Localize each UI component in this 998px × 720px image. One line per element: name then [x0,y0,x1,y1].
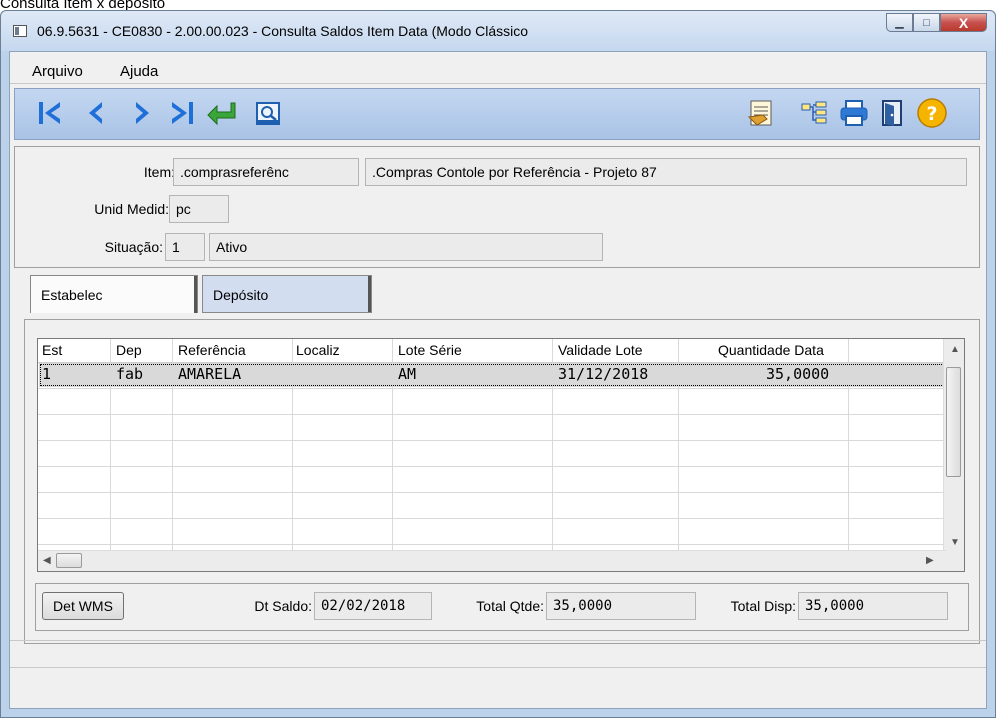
total-disp-label: Total Disp: [730,598,796,614]
item-info-panel: Item: .comprasreferênc .Compras Contole … [14,146,980,268]
grid-line [38,518,946,519]
col-header-dep[interactable]: Dep [116,342,142,358]
cell-dep: fab [116,365,144,383]
application-window: 06.9.5631 - CE0830 - 2.00.00.023 - Consu… [0,10,996,718]
app-icon [13,25,27,37]
total-disp-field[interactable]: 35,0000 [798,592,948,620]
scroll-left-icon[interactable]: ◀ [43,555,51,566]
grid-header: Est Dep Referência Localiz Lote Série Va… [38,339,946,363]
unit-field[interactable]: pc [169,195,229,223]
scroll-right-icon[interactable]: ▶ [926,555,934,566]
cell-validade-lote: 31/12/2018 [558,365,649,383]
horizontal-scroll-thumb[interactable] [56,553,82,568]
grid-line [172,339,173,571]
vertical-scrollbar[interactable]: ▲ ▼ [943,339,964,553]
grid-line [678,339,679,571]
tab-estabelec[interactable]: Estabelec [30,275,198,313]
previous-record-icon[interactable] [79,95,113,131]
grid-line [38,492,946,493]
unit-label: Unid Medid: [94,201,169,217]
hierarchy-icon[interactable] [797,95,831,131]
col-header-localiz[interactable]: Localiz [296,342,340,358]
minimize-button[interactable]: ▁ [886,13,913,32]
goto-icon[interactable] [205,95,239,131]
cell-quantidade-data: 35,0000 [766,365,830,383]
col-header-lote-serie[interactable]: Lote Série [398,342,462,358]
grid-line [110,339,111,571]
scroll-up-icon[interactable]: ▲ [950,344,960,355]
menu-bar: Arquivo Ajuda [10,52,986,84]
cell-est: 1 [42,365,52,383]
svg-text:?: ? [926,103,937,125]
title-bar: 06.9.5631 - CE0830 - 2.00.00.023 - Consu… [1,11,995,51]
det-wms-button[interactable]: Det WMS [42,592,124,620]
col-header-referencia[interactable]: Referência [178,342,246,358]
close-button[interactable]: X [940,13,987,32]
tab-deposito[interactable]: Depósito [202,275,372,313]
grid-line [848,339,849,571]
item-code-field[interactable]: .comprasreferênc [173,158,359,186]
col-header-validade-lote[interactable]: Validade Lote [558,342,643,358]
exit-icon[interactable] [875,95,909,131]
grid-line [38,414,946,415]
print-icon[interactable] [837,95,871,131]
totals-panel: Det WMS Dt Saldo: 02/02/2018 Total Qtde:… [35,583,969,631]
grid-line [38,466,946,467]
last-record-icon[interactable] [165,95,199,131]
grid-line [392,339,393,571]
grid-line [38,544,946,545]
status-code-field[interactable]: 1 [165,233,205,261]
col-header-est[interactable]: Est [42,342,62,358]
scroll-down-icon[interactable]: ▼ [950,537,960,548]
window-controls: ▁ □ X [886,13,987,32]
col-header-quantidade-data[interactable]: Quantidade Data [718,342,824,358]
tab-content: Est Dep Referência Localiz Lote Série Va… [24,319,980,644]
search-icon[interactable] [251,95,285,131]
toolbar: ? [14,88,980,140]
status-bar [10,640,986,708]
cell-lote-serie: AM [398,365,417,383]
client-area: Arquivo Ajuda ? Item: .comprasreferênc .… [9,51,987,709]
dt-saldo-label: Dt Saldo: [254,598,312,614]
total-qtde-field[interactable]: 35,0000 [546,592,696,620]
item-description-field[interactable]: .Compras Contole por Referência - Projet… [365,158,967,186]
report-icon[interactable] [743,95,777,131]
horizontal-scrollbar[interactable]: ◀ ▶ [38,550,946,571]
grid-line [552,339,553,571]
balance-grid[interactable]: Est Dep Referência Localiz Lote Série Va… [37,338,965,572]
help-icon[interactable]: ? [915,95,949,131]
scrollbar-corner [944,551,964,571]
status-label: Situação: [104,239,163,255]
grid-line [292,339,293,571]
item-label: Item: [143,164,175,180]
total-qtde-label: Total Qtde: [476,598,544,614]
window-title: 06.9.5631 - CE0830 - 2.00.00.023 - Consu… [37,23,529,39]
menu-ajuda[interactable]: Ajuda [120,63,158,80]
menu-arquivo[interactable]: Arquivo [32,63,83,80]
dt-saldo-field[interactable]: 02/02/2018 [314,592,432,620]
status-description-field[interactable]: Ativo [209,233,603,261]
next-record-icon[interactable] [125,95,159,131]
maximize-button[interactable]: □ [913,13,940,32]
first-record-icon[interactable] [33,95,67,131]
vertical-scroll-thumb[interactable] [946,367,961,477]
grid-line [38,388,946,389]
grid-line [38,440,946,441]
cell-referencia: AMARELA [178,365,242,383]
